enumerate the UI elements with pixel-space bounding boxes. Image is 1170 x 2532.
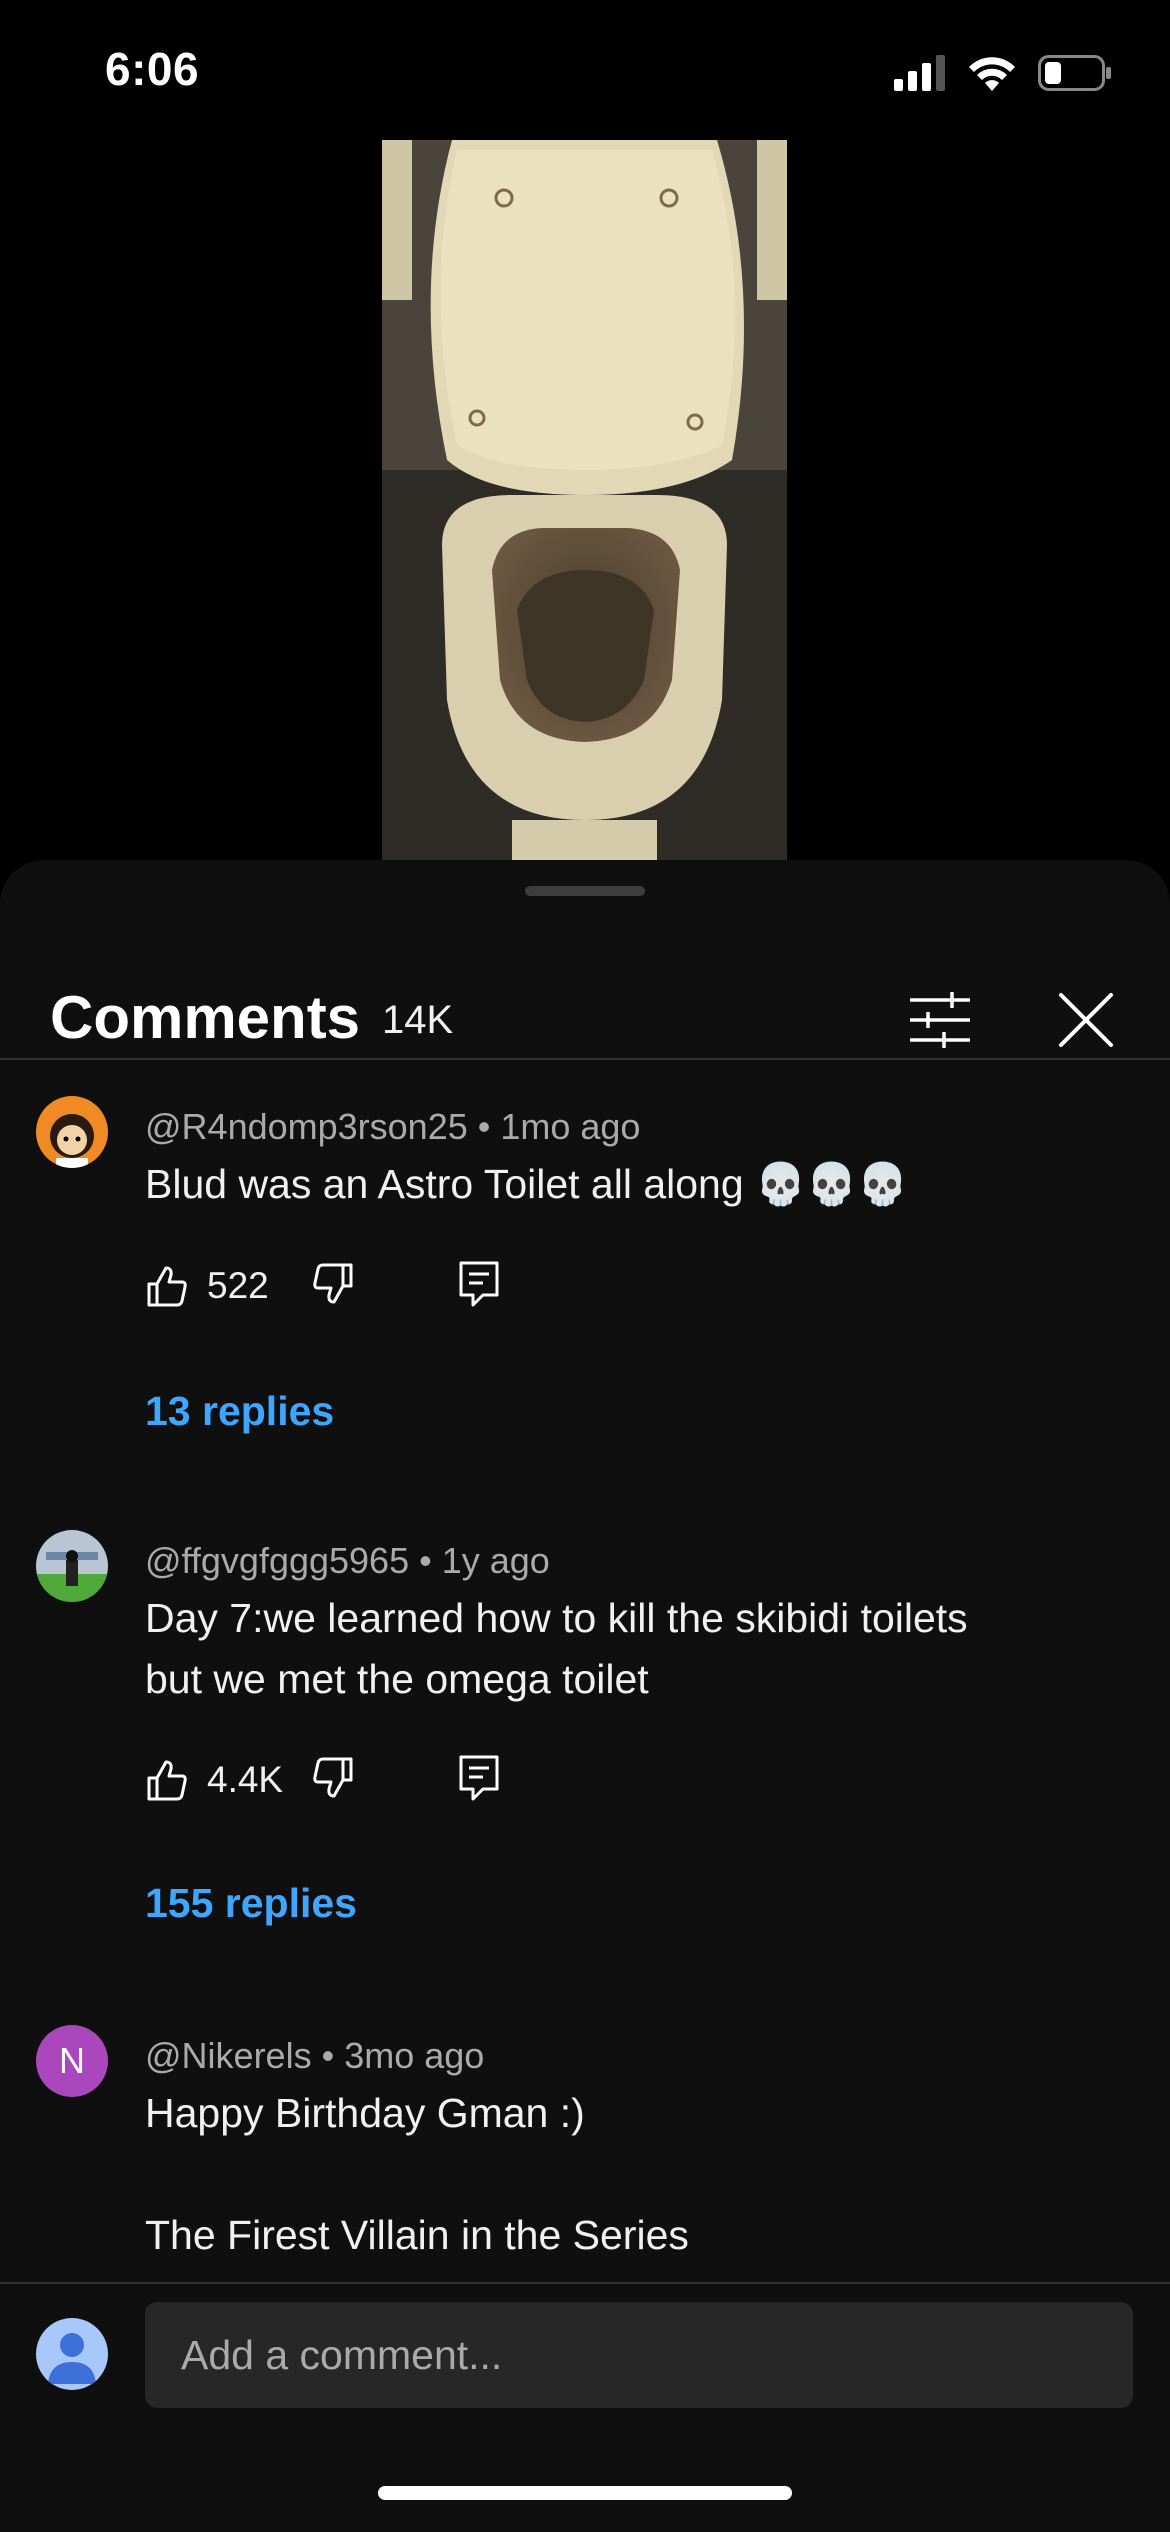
avatar[interactable]	[36, 1530, 108, 1602]
sliders-icon	[910, 992, 970, 1048]
comment-time: 1y ago	[441, 1540, 550, 1581]
meta-separator: •	[419, 1540, 442, 1581]
comment-text: Blud was an Astro Toilet all along 💀💀💀	[145, 1161, 909, 1207]
dislike-button[interactable]	[311, 1756, 355, 1805]
dislike-button[interactable]	[311, 1262, 355, 1311]
comment-meta: @Nikerels • 3mo ago	[145, 2035, 484, 2077]
comment-author[interactable]: @R4ndomp3rson25	[145, 1106, 468, 1147]
reply-icon	[459, 1755, 499, 1800]
like-count: 522	[207, 1265, 269, 1306]
status-icons	[894, 50, 1112, 96]
view-replies-button[interactable]: 155 replies	[145, 1880, 357, 1927]
comments-header: Comments 14K	[0, 948, 1170, 1060]
comment-text-line: but we met the omega toilet	[145, 1656, 649, 1702]
comment-time: 1mo ago	[500, 1106, 641, 1147]
sheet-drag-handle[interactable]	[525, 886, 645, 896]
comments-sheet: Comments 14K @R4ndomp3rson25 • 1mo ago B…	[0, 860, 1170, 2532]
like-button[interactable]: 522	[145, 1264, 297, 1308]
avatar-image	[36, 1096, 108, 1168]
header-divider	[0, 1058, 1170, 1060]
add-comment-input[interactable]	[145, 2302, 1133, 2408]
reply-icon	[459, 1261, 499, 1306]
like-button[interactable]: 4.4K	[145, 1758, 297, 1802]
comment-text-line: The Firest Villain in the Series	[145, 2212, 689, 2258]
wifi-icon	[969, 57, 1015, 91]
status-bar: 6:06	[0, 0, 1170, 140]
meta-separator: •	[477, 1106, 501, 1147]
comment-meta: @R4ndomp3rson25 • 1mo ago	[145, 1106, 640, 1148]
comment-time: 3mo ago	[344, 2035, 485, 2076]
cellular-signal-icon	[894, 55, 945, 91]
comments-title: Comments	[50, 984, 361, 1051]
like-count: 4.4K	[207, 1759, 284, 1800]
comment-meta: @ffgvgfggg5965 • 1y ago	[145, 1540, 550, 1582]
video-player[interactable]	[382, 140, 787, 860]
current-user-avatar	[36, 2318, 108, 2390]
comment-actions: 4.4K	[145, 1750, 499, 1810]
reply-button[interactable]	[459, 1261, 499, 1312]
thumbs-up-icon	[147, 1266, 187, 1307]
comment-text-line: Day 7:we learned how to kill the skibidi…	[145, 1595, 968, 1641]
view-replies-button[interactable]: 13 replies	[145, 1388, 334, 1435]
sort-filter-button[interactable]	[908, 992, 972, 1048]
video-frame-image	[382, 140, 787, 860]
status-time: 6:06	[105, 43, 200, 95]
avatar[interactable]	[36, 1096, 108, 1168]
battery-icon	[1038, 55, 1111, 91]
close-icon	[1059, 993, 1113, 1047]
user-icon	[48, 2333, 96, 2384]
comment-author[interactable]: @ffgvgfggg5965	[145, 1540, 409, 1581]
comments-count: 14K	[382, 998, 454, 1042]
close-button[interactable]	[1056, 990, 1116, 1050]
comment-author[interactable]: @Nikerels	[145, 2035, 312, 2076]
thumbs-down-icon	[313, 1757, 353, 1797]
comment-actions: 522	[145, 1256, 499, 1316]
comment-text-blank-line	[145, 2144, 1105, 2205]
comment-text: Day 7:we learned how to kill the skibidi…	[145, 1588, 1105, 1710]
comment-text-line: Happy Birthday Gman :)	[145, 2090, 585, 2136]
avatar[interactable]: N	[36, 2025, 108, 2097]
home-indicator[interactable]	[378, 2486, 792, 2500]
thumbs-down-icon	[313, 1263, 353, 1303]
meta-separator: •	[321, 2035, 345, 2076]
reply-button[interactable]	[459, 1755, 499, 1806]
comment-text: Happy Birthday Gman :) The Firest Villai…	[145, 2083, 1105, 2266]
avatar-image	[36, 1530, 108, 1602]
thumbs-up-icon	[147, 1760, 187, 1801]
